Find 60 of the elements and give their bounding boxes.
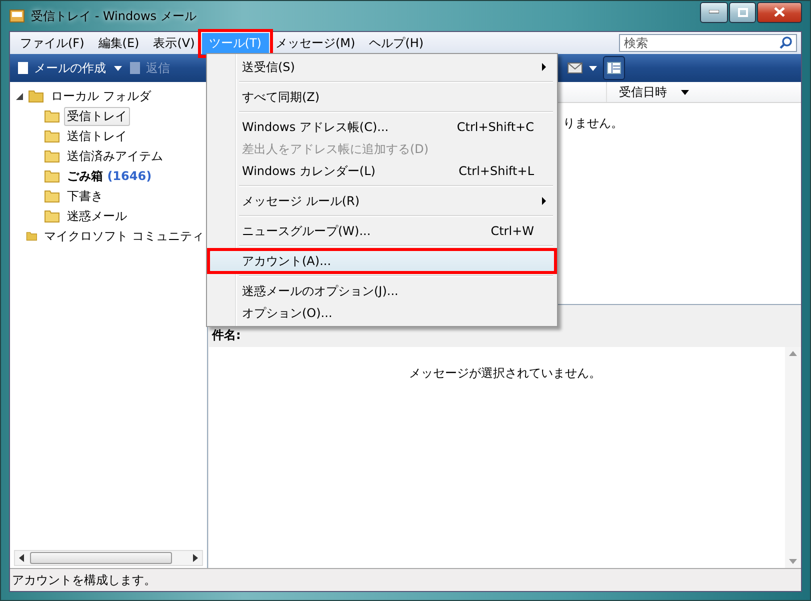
folder-icon	[44, 128, 60, 144]
horizontal-scrollbar[interactable]	[14, 550, 203, 566]
menu-entry[interactable]: Windows アドレス帳(C)... Ctrl+Shift+C	[209, 116, 555, 138]
close-icon	[774, 7, 785, 17]
folder-item[interactable]: ローカル フォルダ	[48, 86, 154, 106]
window-title: 受信トレイ - Windows メール	[31, 8, 196, 24]
envelope-icon[interactable]	[567, 61, 583, 75]
layout-button[interactable]	[603, 56, 625, 80]
scroll-down-icon[interactable]	[789, 559, 797, 564]
menu-item[interactable]: 表示(V)	[146, 32, 202, 54]
menu-item[interactable]: ファイル(F)	[13, 32, 92, 54]
folder-icon	[44, 188, 60, 204]
empty-list-text: りません。	[563, 115, 623, 132]
menu-entry[interactable]: Windows カレンダー(L) Ctrl+Shift+L	[209, 160, 555, 182]
folder-icon	[44, 108, 60, 124]
mail-app-icon	[9, 8, 25, 24]
folder-icon	[44, 168, 60, 184]
scroll-right-icon[interactable]	[191, 554, 199, 562]
menu-entry[interactable]: ニュースグループ(W)... Ctrl+W	[209, 220, 555, 242]
folder-item[interactable]: マイクロソフト コミュニティ	[41, 226, 207, 246]
folder-item[interactable]: 送信トレイ	[64, 126, 130, 146]
document-icon	[16, 61, 30, 75]
scroll-up-icon[interactable]	[789, 351, 797, 356]
minimize-button[interactable]	[700, 2, 728, 22]
folder-item[interactable]: 受信トレイ	[64, 106, 130, 126]
search-field[interactable]: 検索	[619, 34, 797, 52]
maximize-icon	[738, 8, 748, 16]
menu-entry[interactable]: すべて同期(Z)	[209, 86, 555, 108]
close-button[interactable]	[757, 2, 802, 22]
scroll-left-icon[interactable]	[18, 554, 26, 562]
vertical-scrollbar[interactable]	[785, 347, 801, 568]
menu-entry[interactable]: アカウント(A)...	[209, 250, 555, 272]
search-icon[interactable]	[779, 36, 793, 50]
folder-item[interactable]: 送信済みアイテム	[64, 146, 166, 166]
caret-icon[interactable]	[589, 66, 597, 70]
toolbar-button[interactable]: メールの作成	[16, 60, 106, 76]
menu-item[interactable]: ヘルプ(H)	[362, 32, 431, 54]
status-text: アカウントを構成します。	[12, 572, 156, 588]
menu-item[interactable]: メッセージ(M)	[268, 32, 362, 54]
folder-item[interactable]: ごみ箱 (1646)	[64, 166, 155, 186]
menu-entry[interactable]: 送受信(S)	[209, 56, 555, 78]
document-icon	[128, 61, 142, 75]
column-header[interactable]: 受信日時	[606, 82, 801, 102]
menu-entry[interactable]: 迷惑メールのオプション(J)...	[209, 280, 555, 302]
folder-icon	[44, 208, 60, 224]
expand-arrow-icon[interactable]	[16, 92, 23, 100]
maximize-button[interactable]	[729, 2, 756, 22]
menu-entry[interactable]: メッセージ ルール(R)	[209, 190, 555, 212]
minimize-icon	[709, 10, 719, 14]
folder-item[interactable]: 迷惑メール	[64, 206, 130, 226]
folder-item[interactable]: 下書き	[64, 186, 106, 206]
folder-icon	[44, 148, 60, 164]
folder-icon	[28, 88, 44, 104]
menu-item[interactable]: 編集(E)	[91, 32, 146, 54]
subject-label: 件名:	[212, 327, 241, 344]
menu-entry[interactable]: オプション(O)...	[209, 302, 555, 324]
no-message-text: メッセージが選択されていません。	[409, 365, 601, 382]
layout-icon	[607, 62, 621, 74]
caret-icon[interactable]	[114, 66, 122, 70]
sort-arrow-icon	[681, 90, 689, 94]
